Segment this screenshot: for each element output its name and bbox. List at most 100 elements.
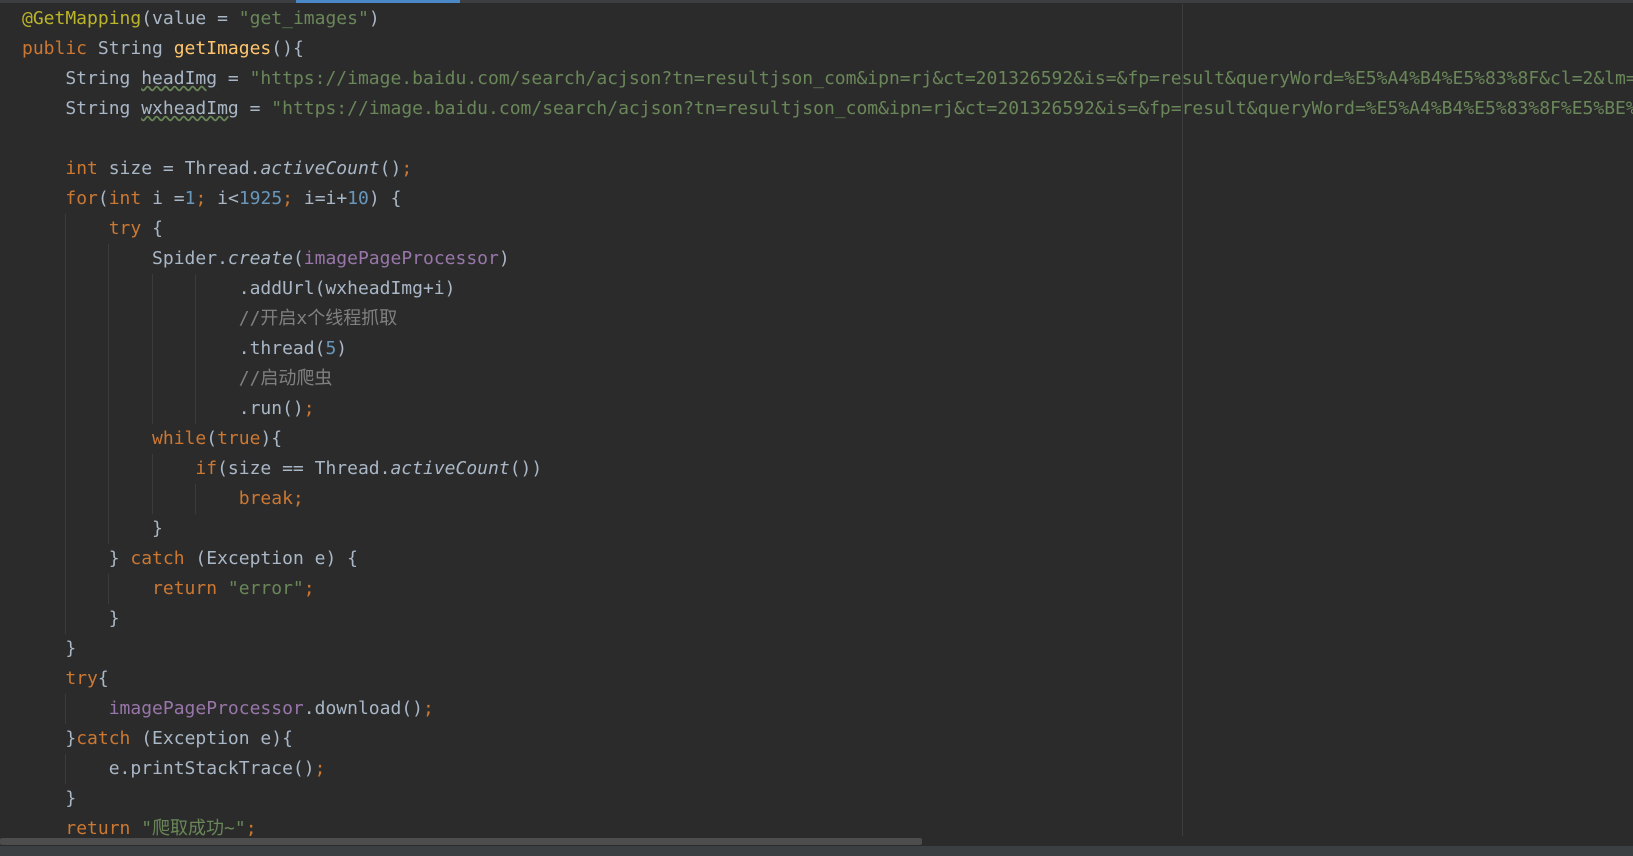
- code-line[interactable]: .addUrl(wxheadImg+i): [22, 274, 455, 304]
- indent-guide: [194, 334, 196, 364]
- indent-guide: [65, 694, 67, 724]
- indent-guide: [65, 454, 67, 484]
- code-token: (){: [271, 38, 304, 59]
- code-token: i =: [152, 188, 185, 209]
- code-token: create: [227, 248, 293, 269]
- code-line[interactable]: while(true){: [22, 424, 282, 454]
- code-line[interactable]: }catch (Exception e){: [22, 724, 293, 754]
- code-token: .addUrl(wxheadImg+i): [22, 278, 456, 299]
- code-line[interactable]: try{: [22, 664, 109, 694]
- code-token: headImg: [141, 68, 218, 89]
- indent-guide: [65, 394, 67, 424]
- code-token: try: [108, 218, 153, 239]
- indent-guide: [65, 574, 67, 604]
- code-line[interactable]: public String getImages(){: [22, 34, 304, 64]
- indent-guide: [65, 214, 67, 244]
- code-line[interactable]: //开启x个线程抓取: [22, 304, 397, 334]
- code-token: }: [22, 608, 120, 629]
- indent-guide: [65, 364, 67, 394]
- code-line[interactable]: @GetMapping(value = "get_images"): [22, 4, 380, 34]
- indent-guide: [65, 754, 67, 784]
- indent-guide: [151, 274, 153, 304]
- code-token: (size == Thread.: [217, 458, 391, 479]
- code-token: ()): [509, 458, 543, 479]
- horizontal-scrollbar-thumb[interactable]: [0, 838, 922, 845]
- indent-guide: [65, 334, 67, 364]
- code-token: i=i+: [303, 188, 348, 209]
- code-line[interactable]: imagePageProcessor.download();: [22, 694, 434, 724]
- code-token: }: [22, 728, 77, 749]
- code-line[interactable]: } catch (Exception e) {: [22, 544, 358, 574]
- code-token: ;: [282, 188, 304, 209]
- code-line[interactable]: .thread(5): [22, 334, 347, 364]
- code-line[interactable]: }: [22, 634, 76, 664]
- code-token: (: [292, 248, 304, 269]
- code-token: ;: [303, 398, 315, 419]
- indent-guide: [151, 394, 153, 424]
- code-line[interactable]: }: [22, 514, 163, 544]
- code-line[interactable]: .run();: [22, 394, 315, 424]
- code-line[interactable]: String headImg = "https://image.baidu.co…: [22, 64, 1633, 94]
- code-token: imagePageProcessor: [108, 698, 304, 719]
- indent-guide: [194, 304, 196, 334]
- indent-guide: [194, 274, 196, 304]
- code-token: int: [108, 188, 153, 209]
- code-editor[interactable]: @GetMapping(value = "get_images") public …: [0, 4, 1633, 842]
- code-line[interactable]: e.printStackTrace();: [22, 754, 325, 784]
- code-line[interactable]: }: [22, 604, 120, 634]
- code-line[interactable]: try {: [22, 214, 163, 244]
- code-token: Spider.: [22, 248, 228, 269]
- indent-guide: [194, 484, 196, 514]
- code-line[interactable]: int size = Thread.activeCount();: [22, 154, 412, 184]
- code-line[interactable]: if(size == Thread.activeCount()): [22, 454, 542, 484]
- code-token: wxheadImg: [141, 98, 239, 119]
- code-token: (): [379, 158, 402, 179]
- indent-guide: [151, 454, 153, 484]
- code-token: return: [152, 578, 228, 599]
- code-token: ): [336, 338, 348, 359]
- code-token: ): [368, 8, 380, 29]
- code-token: {: [97, 668, 109, 689]
- code-token: {: [152, 218, 163, 239]
- code-token: String: [97, 38, 174, 59]
- indent-guide: [108, 574, 110, 604]
- code-token: @GetMapping: [22, 8, 142, 29]
- code-line[interactable]: break;: [22, 484, 304, 514]
- code-token: ;: [423, 698, 434, 719]
- code-token: String: [22, 98, 142, 119]
- code-token: "https://image.baidu.com/search/acjson?t…: [249, 68, 1633, 89]
- indent-guide: [108, 364, 110, 394]
- code-token: ;: [314, 758, 326, 779]
- indent-guide: [151, 304, 153, 334]
- indent-guide: [108, 274, 110, 304]
- code-line[interactable]: //启动爬虫: [22, 364, 332, 394]
- indent-guide: [151, 334, 153, 364]
- indent-guide: [65, 484, 67, 514]
- code-line[interactable]: Spider.create(imagePageProcessor): [22, 244, 510, 274]
- indent-guide: [108, 454, 110, 484]
- code-line[interactable]: }: [22, 784, 76, 814]
- code-token: size = Thread.: [108, 158, 261, 179]
- code-token: "error": [227, 578, 304, 599]
- code-token: (: [97, 188, 109, 209]
- active-tab-indicator[interactable]: [296, 0, 460, 3]
- code-line[interactable]: for(int i =1; i<1925; i=i+10) {: [22, 184, 401, 214]
- code-token: 10: [347, 188, 369, 209]
- indent-guide: [108, 424, 110, 454]
- code-token: }: [22, 548, 131, 569]
- indent-guide: [65, 424, 67, 454]
- indent-guide: [108, 514, 110, 544]
- code-token: (Exception e) {: [195, 548, 358, 569]
- code-token: (value =: [141, 8, 239, 29]
- code-token: //启动爬虫: [238, 368, 333, 389]
- code-token: catch: [130, 548, 196, 569]
- code-line[interactable]: return "error";: [22, 574, 315, 604]
- indent-guide: [151, 484, 153, 514]
- code-token: }: [22, 518, 163, 539]
- code-line[interactable]: String wxheadImg = "https://image.baidu.…: [22, 94, 1633, 124]
